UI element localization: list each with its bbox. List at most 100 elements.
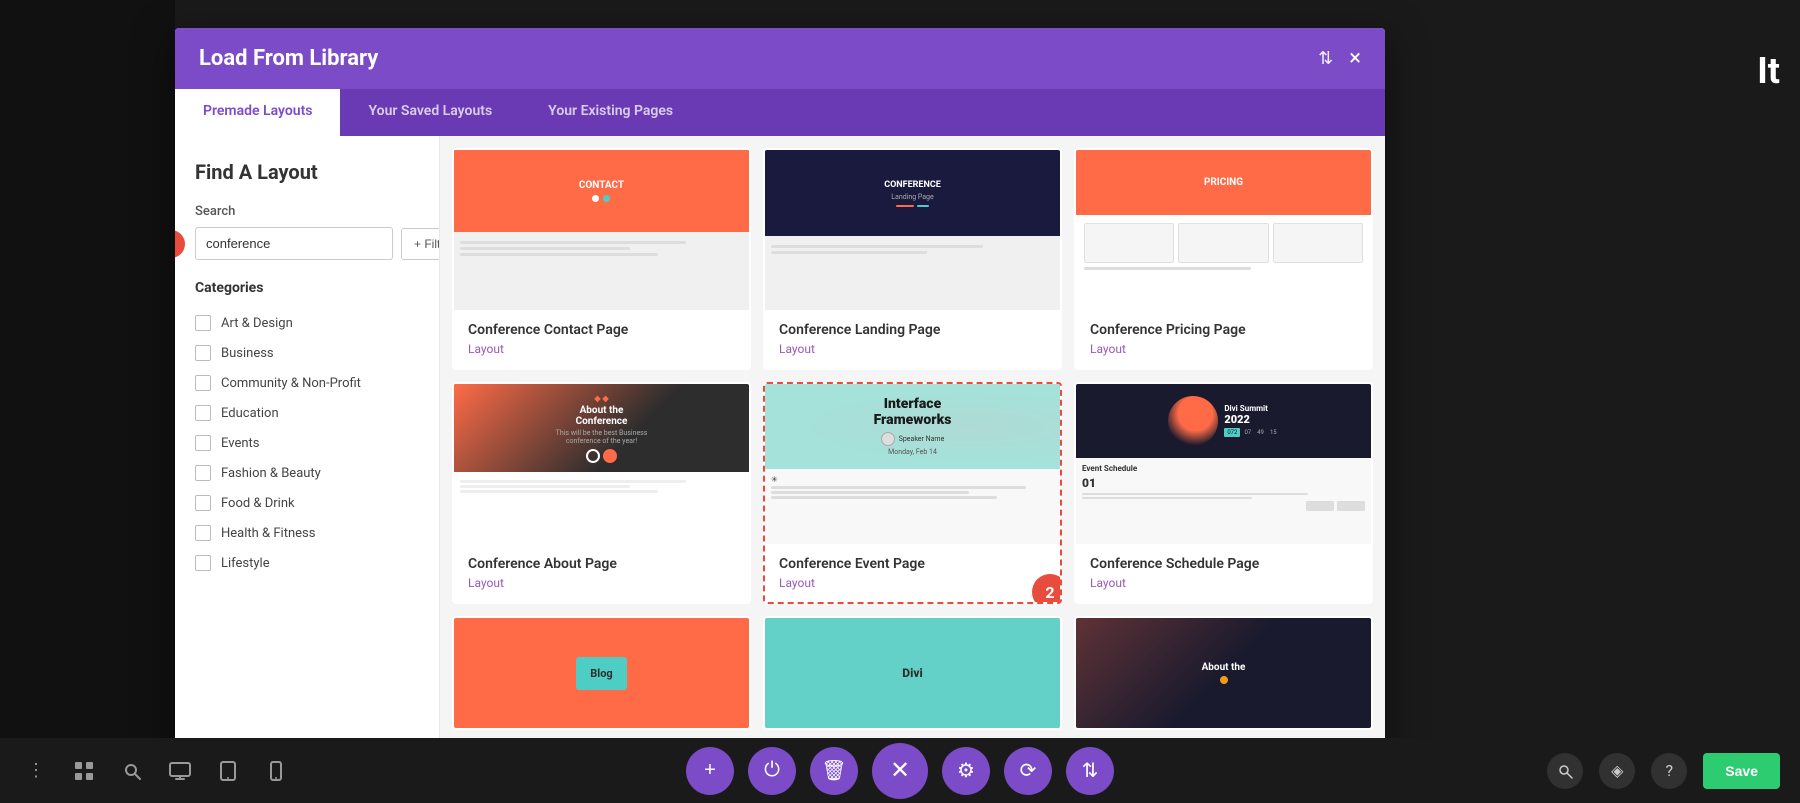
toolbar-settings-button[interactable]: ⚙ [942, 747, 990, 795]
toolbar-sort-button[interactable]: ⇅ [1066, 747, 1114, 795]
layout-card-landing[interactable]: CONFERENCE Landing Page [763, 148, 1062, 370]
category-checkbox-fashion-beauty[interactable] [195, 465, 211, 481]
category-checkbox-art-design[interactable] [195, 315, 211, 331]
modal-body: Find A Layout Search 1 + Filter Categori… [175, 136, 1385, 773]
categories-title: Categories [195, 280, 419, 296]
layout-card-about-alt[interactable]: About the [1074, 616, 1373, 730]
search-input[interactable] [195, 227, 393, 260]
toolbar-history-button[interactable]: ⟳ [1004, 747, 1052, 795]
toolbar-desktop-icon[interactable] [164, 755, 196, 787]
card-thumbnail-divi: Divi [765, 618, 1060, 728]
card-info-contact: Conference Contact Page Layout [454, 310, 749, 368]
layout-card-divi[interactable]: Divi [763, 616, 1062, 730]
modal-header: Load From Library ⇅ × [175, 28, 1385, 89]
card-title-contact: Conference Contact Page [468, 322, 735, 338]
card-subtitle-schedule: Layout [1090, 576, 1357, 590]
close-button[interactable]: × [1349, 48, 1361, 70]
layout-card-pricing[interactable]: PRICING [1074, 148, 1373, 370]
tab-existing-pages[interactable]: Your Existing Pages [520, 89, 701, 136]
save-button[interactable]: Save [1703, 753, 1780, 789]
sort-icon[interactable]: ⇅ [1318, 48, 1333, 69]
layouts-grid: CONTACT [452, 148, 1373, 730]
category-checkbox-community[interactable] [195, 375, 211, 391]
category-label-community: Community & Non-Profit [221, 376, 361, 391]
card-thumbnail-about: ◆ ◆ About the Conference This will be th… [454, 384, 749, 544]
card-badge-event: 2 [1032, 574, 1062, 604]
card-subtitle-about: Layout [468, 576, 735, 590]
category-label-art-design: Art & Design [221, 316, 293, 331]
toolbar-grid-icon[interactable] [68, 755, 100, 787]
card-thumbnail-event: Interface Frameworks Speaker Name Monday… [765, 384, 1060, 544]
category-food-drink[interactable]: Food & Drink [195, 488, 419, 518]
category-checkbox-events[interactable] [195, 435, 211, 451]
toolbar-power-button[interactable]: ⏻ [748, 747, 796, 795]
toolbar-mobile-icon[interactable] [260, 755, 292, 787]
load-library-modal: Load From Library ⇅ × Premade Layouts Yo… [175, 28, 1385, 773]
toolbar-tablet-icon[interactable] [212, 755, 244, 787]
category-label-education: Education [221, 406, 279, 421]
toolbar-close-button[interactable]: ✕ [872, 743, 928, 799]
toolbar-left: ⋮ [20, 755, 292, 787]
category-lifestyle[interactable]: Lifestyle [195, 548, 419, 578]
card-info-about: Conference About Page Layout [454, 544, 749, 602]
background-dark-right [1385, 0, 1800, 803]
search-badge: 1 [175, 230, 185, 258]
layout-card-event[interactable]: Interface Frameworks Speaker Name Monday… [763, 382, 1062, 604]
layout-card-blog[interactable]: Blog [452, 616, 751, 730]
category-label-food-drink: Food & Drink [221, 496, 295, 511]
tab-bar: Premade Layouts Your Saved Layouts Your … [175, 89, 1385, 136]
category-health-fitness[interactable]: Health & Fitness [195, 518, 419, 548]
card-title-event: Conference Event Page [779, 556, 1046, 572]
background-dark-left [0, 0, 175, 803]
dark-text-label: It [1757, 50, 1780, 92]
category-label-business: Business [221, 346, 274, 361]
layout-card-schedule[interactable]: Divi Summit 2022 072 07 49 15 [1074, 382, 1373, 604]
category-art-design[interactable]: Art & Design [195, 308, 419, 338]
card-title-schedule: Conference Schedule Page [1090, 556, 1357, 572]
toolbar-help-icon[interactable]: ? [1651, 753, 1687, 789]
category-checkbox-health-fitness[interactable] [195, 525, 211, 541]
card-title-landing: Conference Landing Page [779, 322, 1046, 338]
category-checkbox-food-drink[interactable] [195, 495, 211, 511]
sidebar-title: Find A Layout [195, 160, 419, 184]
category-business[interactable]: Business [195, 338, 419, 368]
toolbar-right-search-icon[interactable] [1547, 753, 1583, 789]
category-label-fashion-beauty: Fashion & Beauty [221, 466, 321, 481]
card-thumbnail-schedule: Divi Summit 2022 072 07 49 15 [1076, 384, 1371, 544]
card-subtitle-pricing: Layout [1090, 342, 1357, 356]
card-subtitle-contact: Layout [468, 342, 735, 356]
card-subtitle-event: Layout [779, 576, 1046, 590]
layout-card-about[interactable]: ◆ ◆ About the Conference This will be th… [452, 382, 751, 604]
category-label-health-fitness: Health & Fitness [221, 526, 315, 541]
category-community[interactable]: Community & Non-Profit [195, 368, 419, 398]
card-thumbnail-blog: Blog [454, 618, 749, 728]
card-title-pricing: Conference Pricing Page [1090, 322, 1357, 338]
card-thumbnail-pricing: PRICING [1076, 150, 1371, 310]
category-events[interactable]: Events [195, 428, 419, 458]
category-checkbox-lifestyle[interactable] [195, 555, 211, 571]
category-checkbox-education[interactable] [195, 405, 211, 421]
card-title-about: Conference About Page [468, 556, 735, 572]
tab-saved-layouts[interactable]: Your Saved Layouts [340, 89, 520, 136]
toolbar-add-button[interactable]: + [686, 747, 734, 795]
bottom-toolbar: ⋮ [0, 738, 1800, 803]
category-education[interactable]: Education [195, 398, 419, 428]
category-checkbox-business[interactable] [195, 345, 211, 361]
toolbar-search-icon[interactable] [116, 755, 148, 787]
layout-card-contact[interactable]: CONTACT [452, 148, 751, 370]
tab-premade-layouts[interactable]: Premade Layouts [175, 89, 340, 136]
modal-header-actions: ⇅ × [1318, 48, 1361, 70]
toolbar-center: + ⏻ 🗑 ✕ ⚙ ⟳ ⇅ [686, 743, 1114, 799]
modal-title: Load From Library [199, 46, 378, 71]
category-fashion-beauty[interactable]: Fashion & Beauty [195, 458, 419, 488]
toolbar-menu-icon[interactable]: ⋮ [20, 755, 52, 787]
card-info-landing: Conference Landing Page Layout [765, 310, 1060, 368]
content-area[interactable]: CONTACT [440, 136, 1385, 773]
category-label-events: Events [221, 436, 259, 451]
toolbar-layers-icon[interactable]: ◈ [1599, 753, 1635, 789]
card-info-schedule: Conference Schedule Page Layout [1076, 544, 1371, 602]
card-info-pricing: Conference Pricing Page Layout [1076, 310, 1371, 368]
filter-button[interactable]: + Filter [401, 228, 440, 260]
toolbar-trash-button[interactable]: 🗑 [810, 747, 858, 795]
card-thumbnail-about-alt: About the [1076, 618, 1371, 728]
